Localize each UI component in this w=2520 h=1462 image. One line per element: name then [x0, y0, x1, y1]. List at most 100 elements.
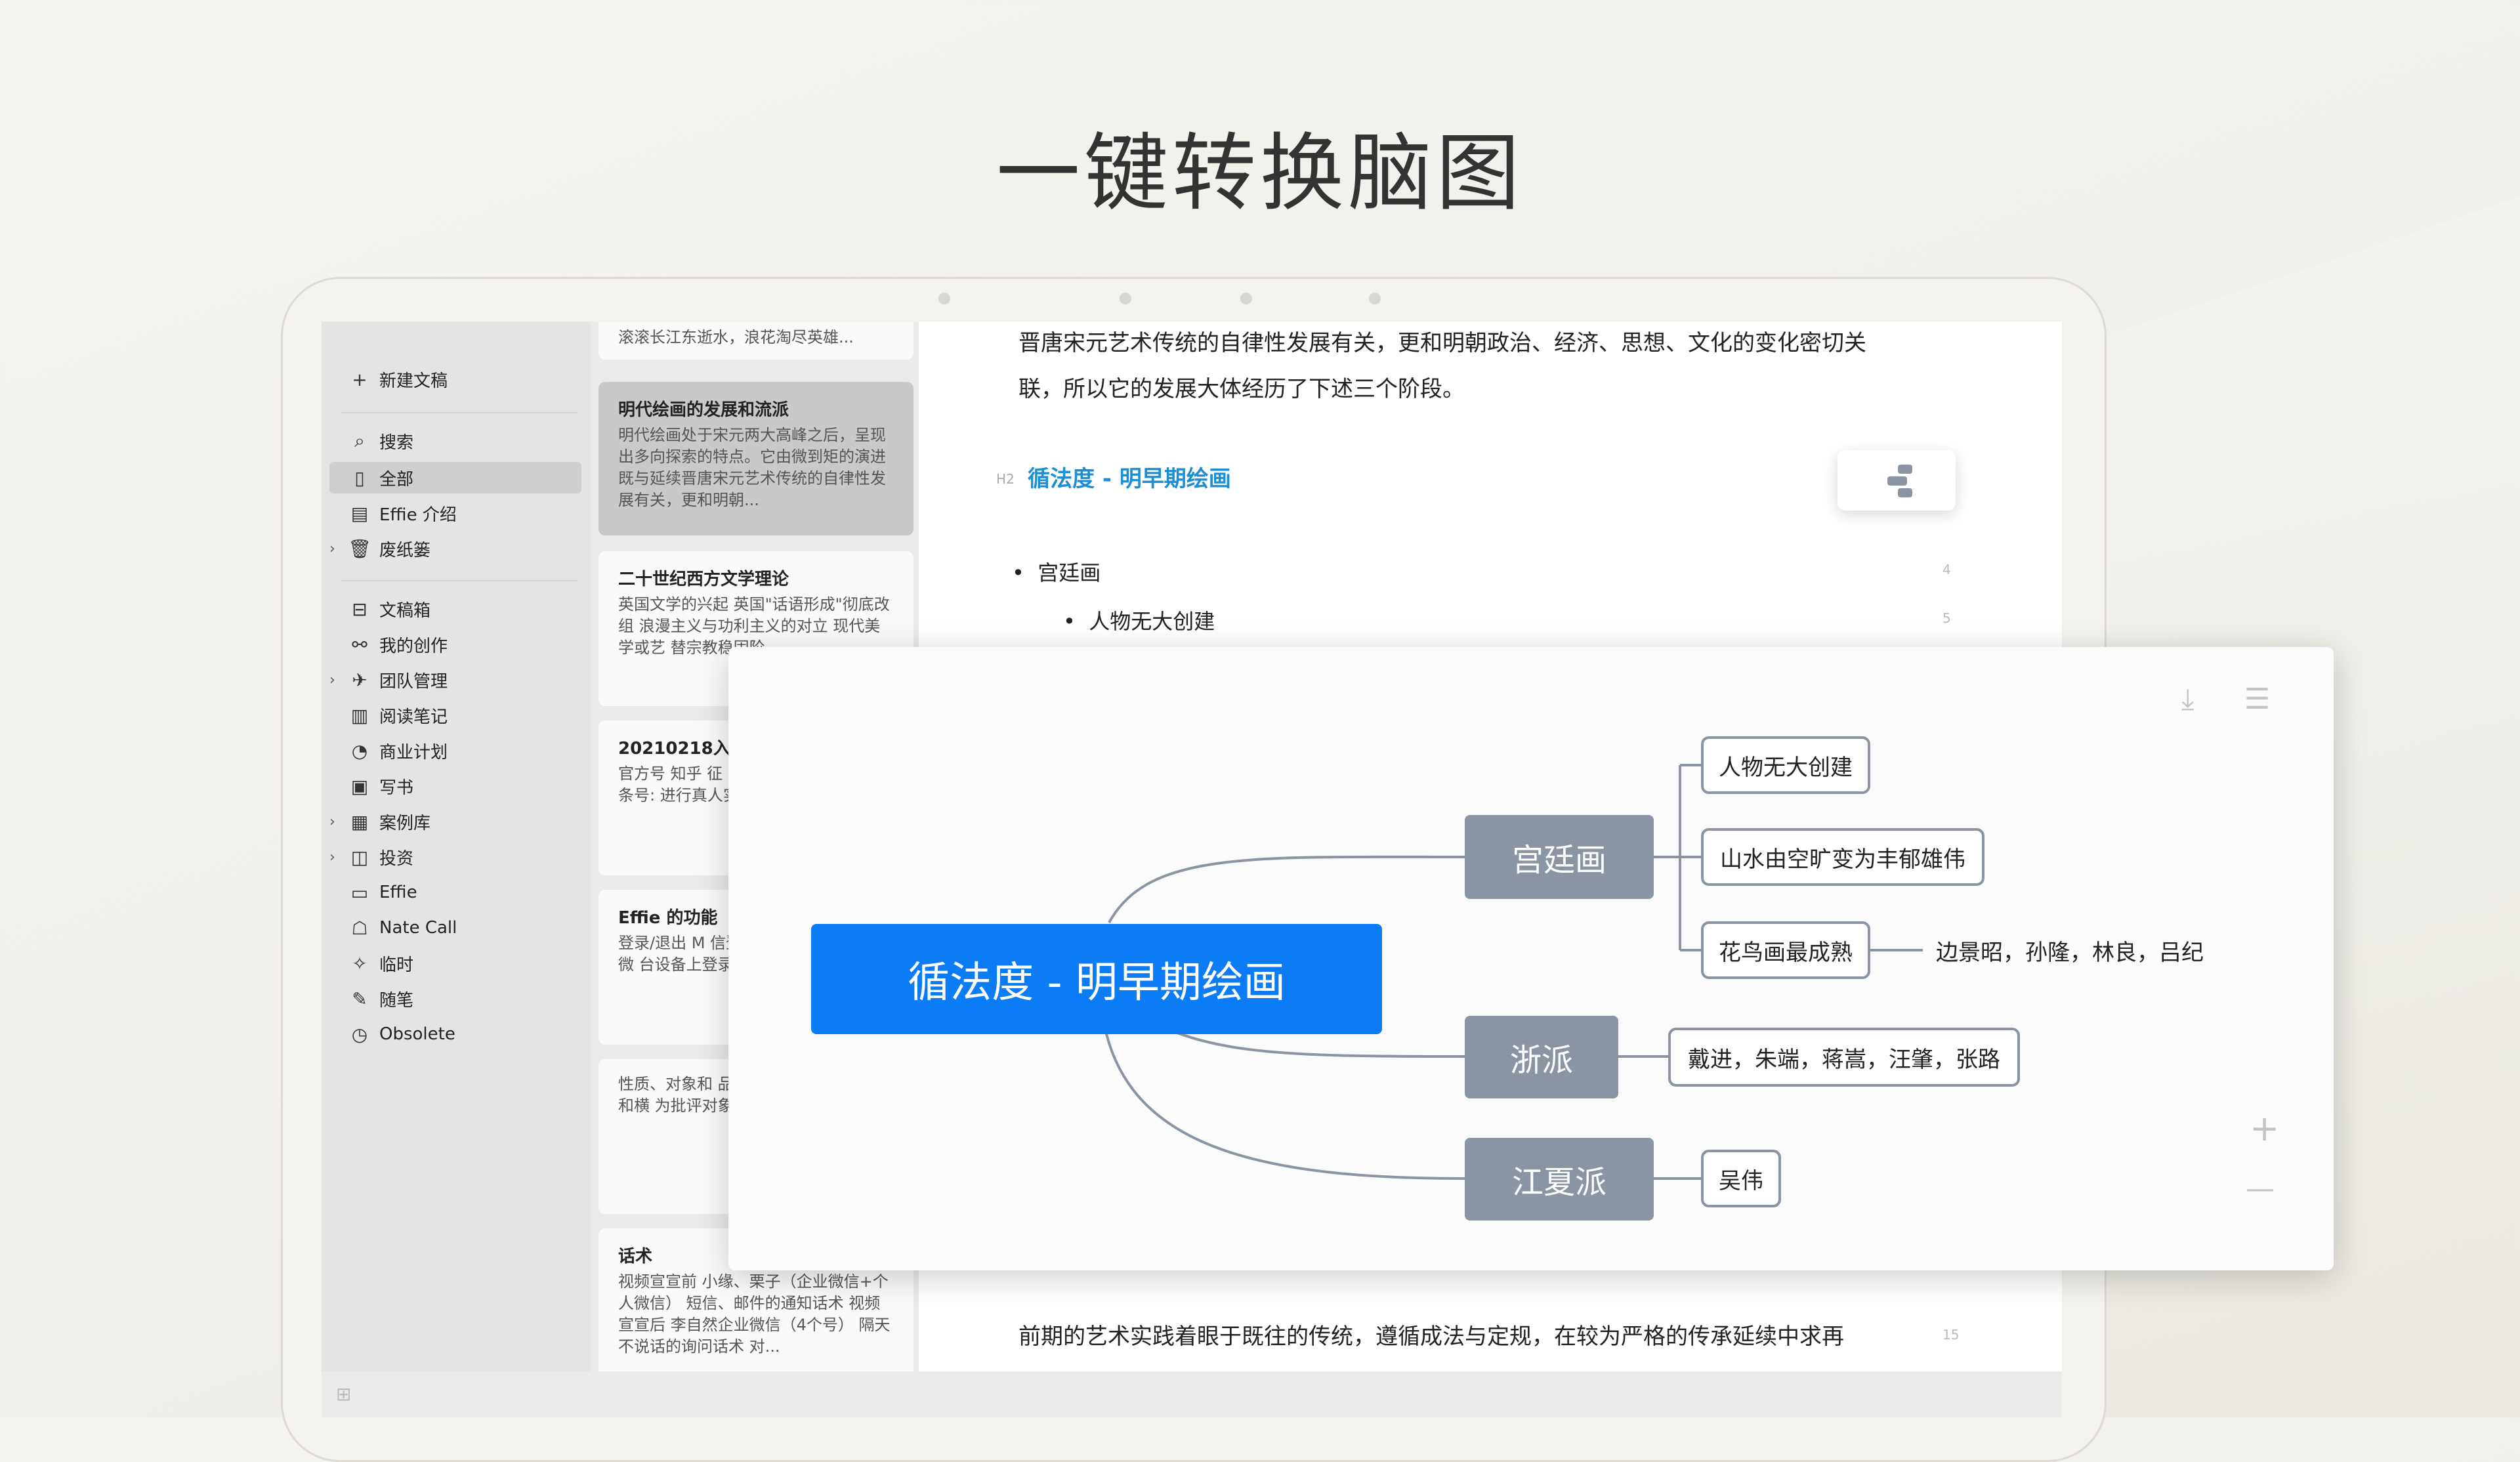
- inbox-icon: ⊟: [352, 598, 368, 620]
- pie-chart-icon: ◔: [351, 740, 368, 762]
- new-doc-button[interactable]: + 新建文稿: [348, 364, 448, 395]
- mindmap-leaf-node[interactable]: 吴伟: [1701, 1150, 1781, 1207]
- chevron-right-icon[interactable]: ›: [329, 672, 335, 688]
- doc-card-body: 滚滚长江东逝水，浪花淘尽英雄...: [618, 328, 854, 346]
- doc-card-body: 视频宣宣前 小缘、栗子（企业微信+个人微信） 短信、邮件的通知话术 视频宣宣后 …: [618, 1272, 891, 1356]
- sidebar-item-label: 商业计划: [379, 742, 448, 762]
- sidebar-item-label: 全部: [379, 469, 414, 490]
- sidebar-item-team[interactable]: › ✈ 团队管理: [329, 664, 448, 696]
- mindmap-branch-node[interactable]: 浙派: [1465, 1016, 1618, 1098]
- folder-icon: ▭: [350, 881, 369, 904]
- sidebar-item-book[interactable]: ▣ 写书: [348, 770, 413, 802]
- sidebar-item-label: 案例库: [379, 813, 431, 833]
- sidebar-item-search[interactable]: ⌕ 搜索: [348, 425, 413, 457]
- sidebar-item-label: 废纸篓: [379, 540, 431, 560]
- mindmap-leaf-node[interactable]: 山水由空旷变为丰郁雄伟: [1701, 828, 1984, 886]
- rocket-icon: ✈: [352, 669, 368, 691]
- sidebar-item-label: Nate Call: [379, 918, 457, 938]
- outline-bullet[interactable]: • 宫廷画: [1012, 556, 1101, 587]
- new-doc-label: 新建文稿: [379, 371, 448, 391]
- bullet-text: 人物无大创建: [1089, 609, 1215, 634]
- status-bar: ⊞: [322, 1371, 2062, 1417]
- sidebar-item-effie[interactable]: ▭ Effie: [348, 877, 417, 908]
- bullet-dot-icon: •: [1012, 560, 1024, 585]
- connector-line: [1101, 1014, 1465, 1180]
- books-icon: ▥: [350, 704, 369, 726]
- paragraph-text[interactable]: 晋唐宋元艺术传统的自律性发展有关，更和明朝政治、经济、思想、文化的变化密切关 联…: [1018, 322, 1924, 412]
- chevron-right-icon[interactable]: ›: [329, 541, 335, 557]
- page-headline: 一键转换脑图: [996, 125, 1524, 222]
- frame-dot: [1240, 293, 1252, 304]
- mindmap-leaf-node[interactable]: 花鸟画最成熟: [1701, 921, 1870, 979]
- outline-bullet[interactable]: • 人物无大创建: [1063, 605, 1215, 635]
- mindmap-root-node[interactable]: 循法度 - 明早期绘画: [811, 924, 1382, 1034]
- bullet-dot-icon: •: [1063, 609, 1076, 634]
- frame-dot: [938, 293, 950, 304]
- doc-card-body: 明代绘画处于宋元两大高峰之后，呈现出多向探索的特点。它由微到矩的演进既与延续晋唐…: [618, 426, 886, 509]
- sidebar-item-label: 随笔: [379, 990, 414, 1011]
- clock-icon: ◷: [351, 1023, 368, 1045]
- pin-icon: ✧: [352, 952, 368, 974]
- note-icon: ▤: [350, 502, 369, 524]
- sidebar-item-my-works[interactable]: ⚯ 我的创作: [348, 629, 448, 660]
- sidebar-item-obsolete[interactable]: ◷ Obsolete: [348, 1018, 455, 1050]
- heading-level-tag: H2: [996, 471, 1015, 487]
- sidebar-item-temp[interactable]: ✧ 临时: [348, 948, 413, 979]
- sidebar-item-label: 我的创作: [379, 636, 448, 656]
- download-icon[interactable]: ⤓: [2181, 682, 2194, 716]
- line-number: 4: [1942, 562, 1951, 577]
- mindmap-leaf-node[interactable]: 人物无大创建: [1701, 736, 1870, 794]
- plus-icon: +: [352, 368, 368, 390]
- mindmap-toggle-button[interactable]: [1838, 450, 1956, 511]
- doc-card[interactable]: 滚滚长江东逝水，浪花淘尽英雄...: [598, 322, 914, 360]
- connector-line: [1108, 855, 1465, 923]
- sidebar-item-cases[interactable]: › ▦ 案例库: [329, 806, 431, 837]
- bar-chart-icon: ▦: [350, 810, 369, 833]
- sidebar-item-label: 投资: [379, 848, 414, 869]
- sidebar-item-reading[interactable]: ▥ 阅读笔记: [348, 700, 448, 731]
- frame-dot: [1120, 293, 1131, 304]
- line-chart-icon: ◫: [350, 846, 369, 868]
- mindmap-panel: 循法度 - 明早期绘画 宫廷画 浙派 江夏派 人物无大创建 山水由空旷变为丰郁雄…: [728, 647, 2334, 1270]
- microphone-icon: ☖: [351, 917, 368, 939]
- sidebar-item-inbox[interactable]: ⊟ 文稿箱: [348, 593, 430, 625]
- pen-icon: ✎: [352, 988, 368, 1010]
- sidebar-item-label: 文稿箱: [379, 600, 431, 621]
- sidebar-item-essays[interactable]: ✎ 随笔: [348, 983, 413, 1014]
- heading-title[interactable]: 循法度 - 明早期绘画: [1028, 461, 1231, 493]
- mindmap-branch-node[interactable]: 江夏派: [1465, 1138, 1654, 1221]
- sidebar-divider: [341, 580, 578, 581]
- chevron-right-icon[interactable]: ›: [329, 814, 335, 830]
- doc-card-title: 二十世纪西方文学理论: [618, 570, 789, 589]
- mindmap-leaf-node[interactable]: 戴进，朱端，蒋嵩，汪肇，张路: [1668, 1028, 2020, 1087]
- line-number: 5: [1942, 610, 1951, 626]
- sidebar-item-all[interactable]: ▯ 全部: [348, 462, 413, 493]
- sidebar-item-label: 临时: [379, 955, 414, 975]
- sidebar-item-trash[interactable]: › 🗑 废纸篓: [329, 533, 431, 564]
- bullet-text: 宫廷画: [1038, 560, 1101, 585]
- sidebar-item-label: Effie: [379, 883, 417, 902]
- sidebar-item-label: Effie 介绍: [379, 505, 457, 525]
- glasses-icon: ⚯: [352, 633, 368, 656]
- mindmap-plain-node[interactable]: 边景昭，孙隆，林良，吕纪: [1936, 928, 2212, 972]
- line-number: 15: [1942, 1327, 1960, 1343]
- mindmap-icon: [1887, 465, 1912, 497]
- zoom-out-icon[interactable]: —: [2246, 1172, 2275, 1205]
- sidebar-item-label: Obsolete: [379, 1024, 455, 1044]
- doc-card-selected[interactable]: 明代绘画的发展和流派 明代绘画处于宋元两大高峰之后，呈现出多向探索的特点。它由微…: [598, 382, 914, 535]
- trash-icon: 🗑: [348, 537, 371, 560]
- paragraph-text[interactable]: 前期的艺术实践着眼于既往的传统，遵循成法与定规，在较为严格的传承延续中求再: [1018, 1314, 1924, 1360]
- sidebar-item-label: 阅读笔记: [379, 707, 448, 727]
- sidebar-item-effie-intro[interactable]: ▤ Effie 介绍: [348, 497, 457, 529]
- doc-card-title: 明代绘画的发展和流派: [618, 400, 789, 420]
- mindmap-branch-node[interactable]: 宫廷画: [1465, 815, 1654, 899]
- sidebar-item-invest[interactable]: › ◫ 投资: [329, 841, 414, 873]
- sidebar: + 新建文稿 ⌕ 搜索 ▯ 全部 ▤ Effie 介绍 › 🗑 废纸篓 ⊟ 文稿箱 ⚯ 我的创…: [322, 322, 591, 1371]
- menu-icon[interactable]: ☰: [2244, 682, 2270, 716]
- sidebar-item-business[interactable]: ◔ 商业计划: [348, 735, 448, 766]
- sidebar-item-nate-call[interactable]: ☖ Nate Call: [348, 912, 457, 944]
- zoom-in-icon[interactable]: +: [2250, 1108, 2279, 1149]
- chevron-right-icon[interactable]: ›: [329, 849, 335, 866]
- document-icon: ▯: [354, 467, 365, 489]
- sidebar-item-label: 搜索: [379, 432, 414, 453]
